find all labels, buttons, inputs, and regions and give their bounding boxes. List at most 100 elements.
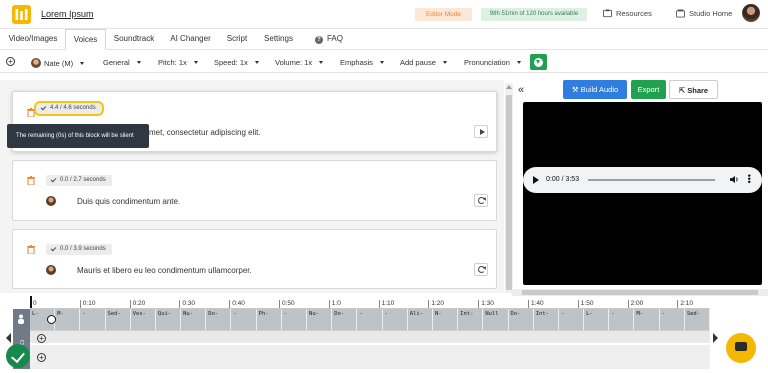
download-button[interactable] xyxy=(530,54,547,70)
timeline-left-arrow-icon[interactable] xyxy=(6,333,11,343)
timeline-clip[interactable]: Nu- xyxy=(181,309,207,331)
logo-icon[interactable] xyxy=(12,5,31,24)
voice-block-2[interactable]: 0.0 / 2.7 seconds Duis quis condimentum … xyxy=(12,160,497,221)
more-options-icon[interactable]: ••• xyxy=(744,174,754,183)
timeline-clip[interactable]: Ali- xyxy=(408,309,433,331)
timeline-clip[interactable]: Do- xyxy=(206,309,232,331)
timeline-tick: 0:50 xyxy=(279,300,295,308)
build-audio-button[interactable]: ⚒ Build Audio xyxy=(563,80,627,99)
timeline-ruler[interactable]: 0 0:10 0:20 0:30 0:40 0:50 1:0 1:10 1:20 1:30 1:40… xyxy=(30,300,716,308)
playhead[interactable] xyxy=(30,296,32,308)
pitch-dropdown[interactable]: Pitch: 1x xyxy=(158,58,198,67)
tab-ai-changer[interactable]: AI Changer xyxy=(168,29,213,50)
volume-dropdown[interactable]: Volume: 1x xyxy=(275,58,324,67)
resources-link[interactable]: Resources xyxy=(603,9,652,18)
check-circle-icon[interactable] xyxy=(6,344,30,368)
emphasis-dropdown[interactable]: Emphasis xyxy=(340,58,384,67)
timeline-right-arrow-icon[interactable] xyxy=(713,333,718,343)
refresh-icon xyxy=(478,197,485,204)
scroll-up-icon[interactable] xyxy=(506,85,512,89)
timeline-clip[interactable]: - xyxy=(80,309,106,331)
tab-settings[interactable]: Settings xyxy=(263,29,294,50)
export-button[interactable]: Export xyxy=(631,80,666,99)
soundtrack-track[interactable] xyxy=(30,330,710,343)
audio-player[interactable]: 0:00 / 3:53 ••• xyxy=(523,167,762,193)
panel-horizontal-scrollbar[interactable] xyxy=(512,289,768,296)
extra-track[interactable] xyxy=(30,345,710,369)
timeline-clip[interactable]: - xyxy=(282,309,308,331)
timeline-clip[interactable]: Null xyxy=(483,309,509,331)
emphasis-label: Emphasis xyxy=(340,58,373,67)
add-track-icon[interactable]: + xyxy=(37,334,46,343)
timeline-clip[interactable]: Sed- xyxy=(106,309,131,331)
play-icon[interactable] xyxy=(533,176,539,184)
player-time: 0:00 / 3:53 xyxy=(546,176,580,183)
tab-faq[interactable]: ? FAQ xyxy=(314,29,344,50)
collapse-panel-icon[interactable]: « xyxy=(518,84,524,96)
pronunciation-dropdown[interactable]: Pronunciation xyxy=(464,58,521,67)
add-block-icon[interactable]: + xyxy=(6,57,15,66)
block-text[interactable]: Duis quis condimentum ante. xyxy=(77,197,180,206)
block-text[interactable]: met, consectetur adipiscing elit. xyxy=(149,128,261,137)
question-icon: ? xyxy=(314,36,323,44)
tab-voices[interactable]: Voices xyxy=(65,29,106,50)
user-avatar[interactable] xyxy=(742,4,760,22)
chat-icon[interactable] xyxy=(726,333,756,363)
timeline-clip[interactable]: - xyxy=(660,309,685,331)
volume-icon[interactable] xyxy=(730,175,739,184)
regenerate-button[interactable] xyxy=(474,263,488,276)
project-title[interactable]: Lorem Ipsum xyxy=(41,9,94,19)
video-preview[interactable] xyxy=(523,102,762,285)
chevron-down-icon xyxy=(442,61,447,64)
voice-track[interactable]: L- M- - Sed- Ves- Qui- Nu- Do- - Ph- - Nu- Do- - - Ali-… xyxy=(30,308,710,331)
timeline-clip[interactable]: Ph- xyxy=(257,309,282,331)
timeline-clip[interactable]: - xyxy=(231,309,257,331)
style-dropdown[interactable]: General xyxy=(103,58,141,67)
voice-avatar-icon xyxy=(46,196,56,206)
chevron-down-icon xyxy=(193,61,198,64)
chevron-down-icon xyxy=(319,61,324,64)
share-icon: ⇱ xyxy=(678,86,688,95)
timeline-clip[interactable]: L- xyxy=(584,309,610,331)
track-handle[interactable] xyxy=(47,315,56,324)
voice-dropdown[interactable]: Nate (M) xyxy=(31,58,85,68)
timeline-clip[interactable]: N- xyxy=(433,309,459,331)
timeline-tick: 1:30 xyxy=(478,300,494,308)
trash-icon[interactable] xyxy=(27,245,35,254)
add-pause-label: Add pause xyxy=(400,58,436,67)
timeline-clip[interactable]: - xyxy=(559,309,585,331)
scrollbar-thumb[interactable] xyxy=(506,95,512,290)
timeline-clip[interactable]: Nu- xyxy=(307,309,333,331)
timeline-clip[interactable]: Ves- xyxy=(131,309,156,331)
trash-icon[interactable] xyxy=(27,176,35,185)
tab-soundtrack[interactable]: Soundtrack xyxy=(112,29,156,50)
speed-dropdown[interactable]: Speed: 1x xyxy=(214,58,259,67)
timeline-clip[interactable]: Do- xyxy=(509,309,534,331)
editor-mode-badge[interactable]: Editor Mode xyxy=(415,8,472,21)
timeline-clip[interactable]: - xyxy=(609,309,635,331)
timeline-clip[interactable]: M- xyxy=(634,309,660,331)
timeline-clip[interactable]: Qui- xyxy=(156,309,182,331)
timeline-clip[interactable]: - xyxy=(383,309,408,331)
tab-script[interactable]: Script xyxy=(225,29,249,50)
studio-home-link[interactable]: Studio Home xyxy=(676,9,732,18)
blocks-scrollbar[interactable] xyxy=(505,83,513,293)
timeline-tick: 2:10 xyxy=(677,300,693,308)
timeline-clip[interactable]: Sed- xyxy=(685,309,710,331)
tab-video-images[interactable]: Video/Images xyxy=(8,29,58,50)
timeline-clip[interactable]: M- xyxy=(55,309,81,331)
add-pause-dropdown[interactable]: Add pause xyxy=(400,58,447,67)
timeline-clip[interactable]: Int- xyxy=(534,309,559,331)
timeline-clip[interactable]: Do- xyxy=(332,309,358,331)
scrollbar-thumb[interactable] xyxy=(522,290,758,295)
block-text[interactable]: Mauris et libero eu leo condimentum ulla… xyxy=(77,266,252,275)
timeline-clip[interactable]: Int- xyxy=(458,309,484,331)
voice-block-3[interactable]: 0.0 / 3.9 seconds Mauris et libero eu le… xyxy=(12,229,497,289)
seek-bar[interactable] xyxy=(588,179,715,181)
timeline-clip[interactable]: - xyxy=(357,309,383,331)
play-block-button[interactable] xyxy=(474,125,488,138)
add-track-icon[interactable]: + xyxy=(37,353,46,362)
duration-badge: 0.0 / 2.7 seconds xyxy=(46,175,112,186)
regenerate-button[interactable] xyxy=(474,194,488,207)
share-button[interactable]: ⇱ Share xyxy=(669,80,718,99)
